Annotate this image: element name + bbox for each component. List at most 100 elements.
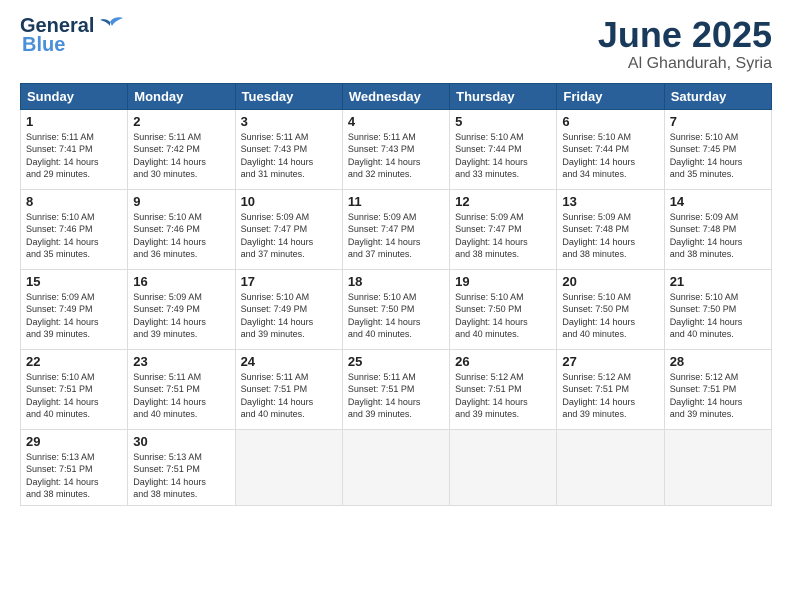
table-row <box>557 429 664 505</box>
table-row: 10 Sunrise: 5:09 AM Sunset: 7:47 PM Dayli… <box>235 189 342 269</box>
col-header-sunday: Sunday <box>21 83 128 109</box>
table-row: 14 Sunrise: 5:09 AM Sunset: 7:48 PM Dayli… <box>664 189 771 269</box>
table-row: 30 Sunrise: 5:13 AM Sunset: 7:51 PM Dayli… <box>128 429 235 505</box>
day-info: Sunrise: 5:09 AM Sunset: 7:47 PM Dayligh… <box>241 211 337 261</box>
day-info: Sunrise: 5:11 AM Sunset: 7:43 PM Dayligh… <box>241 131 337 181</box>
table-row <box>342 429 449 505</box>
logo-blue: Blue <box>22 34 65 57</box>
day-number: 15 <box>26 274 122 289</box>
day-info: Sunrise: 5:10 AM Sunset: 7:49 PM Dayligh… <box>241 291 337 341</box>
day-info: Sunrise: 5:11 AM Sunset: 7:51 PM Dayligh… <box>133 371 229 421</box>
col-header-wednesday: Wednesday <box>342 83 449 109</box>
day-number: 4 <box>348 114 444 129</box>
logo: General Blue <box>20 15 124 57</box>
table-row: 12 Sunrise: 5:09 AM Sunset: 7:47 PM Dayli… <box>450 189 557 269</box>
day-info: Sunrise: 5:10 AM Sunset: 7:46 PM Dayligh… <box>133 211 229 261</box>
table-row: 17 Sunrise: 5:10 AM Sunset: 7:49 PM Dayli… <box>235 269 342 349</box>
day-info: Sunrise: 5:09 AM Sunset: 7:48 PM Dayligh… <box>562 211 658 261</box>
day-info: Sunrise: 5:12 AM Sunset: 7:51 PM Dayligh… <box>562 371 658 421</box>
day-info: Sunrise: 5:11 AM Sunset: 7:51 PM Dayligh… <box>348 371 444 421</box>
day-number: 5 <box>455 114 551 129</box>
day-info: Sunrise: 5:11 AM Sunset: 7:41 PM Dayligh… <box>26 131 122 181</box>
calendar: SundayMondayTuesdayWednesdayThursdayFrid… <box>20 83 772 506</box>
day-number: 2 <box>133 114 229 129</box>
table-row: 16Sunrise: 5:09 AM Sunset: 7:49 PM Dayli… <box>128 269 235 349</box>
table-row: 25 Sunrise: 5:11 AM Sunset: 7:51 PM Dayli… <box>342 349 449 429</box>
table-row: 21Sunrise: 5:10 AM Sunset: 7:50 PM Dayli… <box>664 269 771 349</box>
day-number: 13 <box>562 194 658 209</box>
day-number: 25 <box>348 354 444 369</box>
table-row: 27 Sunrise: 5:12 AM Sunset: 7:51 PM Dayli… <box>557 349 664 429</box>
day-info: Sunrise: 5:10 AM Sunset: 7:50 PM Dayligh… <box>348 291 444 341</box>
table-row: 5 Sunrise: 5:10 AM Sunset: 7:44 PM Daylig… <box>450 109 557 189</box>
day-number: 24 <box>241 354 337 369</box>
day-number: 10 <box>241 194 337 209</box>
day-info: Sunrise: 5:09 AM Sunset: 7:47 PM Dayligh… <box>348 211 444 261</box>
table-row: 29Sunrise: 5:13 AM Sunset: 7:51 PM Dayli… <box>21 429 128 505</box>
day-number: 27 <box>562 354 658 369</box>
day-number: 9 <box>133 194 229 209</box>
table-row: 8 Sunrise: 5:10 AM Sunset: 7:46 PM Daylig… <box>21 189 128 269</box>
day-info: Sunrise: 5:10 AM Sunset: 7:45 PM Dayligh… <box>670 131 766 181</box>
col-header-friday: Friday <box>557 83 664 109</box>
day-number: 28 <box>670 354 766 369</box>
day-number: 17 <box>241 274 337 289</box>
col-header-thursday: Thursday <box>450 83 557 109</box>
table-row: 11 Sunrise: 5:09 AM Sunset: 7:47 PM Dayli… <box>342 189 449 269</box>
day-info: Sunrise: 5:12 AM Sunset: 7:51 PM Dayligh… <box>455 371 551 421</box>
day-number: 11 <box>348 194 444 209</box>
day-info: Sunrise: 5:10 AM Sunset: 7:46 PM Dayligh… <box>26 211 122 261</box>
col-header-monday: Monday <box>128 83 235 109</box>
day-info: Sunrise: 5:10 AM Sunset: 7:51 PM Dayligh… <box>26 371 122 421</box>
table-row: 13 Sunrise: 5:09 AM Sunset: 7:48 PM Dayli… <box>557 189 664 269</box>
table-row: 3 Sunrise: 5:11 AM Sunset: 7:43 PM Daylig… <box>235 109 342 189</box>
day-info: Sunrise: 5:10 AM Sunset: 7:44 PM Dayligh… <box>455 131 551 181</box>
table-row: 22 Sunrise: 5:10 AM Sunset: 7:51 PM Dayli… <box>21 349 128 429</box>
table-row: 2 Sunrise: 5:11 AM Sunset: 7:42 PM Daylig… <box>128 109 235 189</box>
table-row: 4 Sunrise: 5:11 AM Sunset: 7:43 PM Daylig… <box>342 109 449 189</box>
day-info: Sunrise: 5:09 AM Sunset: 7:48 PM Dayligh… <box>670 211 766 261</box>
table-row: 24Sunrise: 5:11 AM Sunset: 7:51 PM Dayli… <box>235 349 342 429</box>
day-info: Sunrise: 5:13 AM Sunset: 7:51 PM Dayligh… <box>133 451 229 501</box>
day-info: Sunrise: 5:11 AM Sunset: 7:43 PM Dayligh… <box>348 131 444 181</box>
col-header-saturday: Saturday <box>664 83 771 109</box>
table-row: 19 Sunrise: 5:10 AM Sunset: 7:50 PM Dayli… <box>450 269 557 349</box>
table-row: 18Sunrise: 5:10 AM Sunset: 7:50 PM Dayli… <box>342 269 449 349</box>
day-info: Sunrise: 5:10 AM Sunset: 7:50 PM Dayligh… <box>670 291 766 341</box>
col-header-tuesday: Tuesday <box>235 83 342 109</box>
logo-bird-icon <box>96 16 124 38</box>
day-number: 19 <box>455 274 551 289</box>
day-number: 29 <box>26 434 122 449</box>
day-info: Sunrise: 5:11 AM Sunset: 7:42 PM Dayligh… <box>133 131 229 181</box>
day-info: Sunrise: 5:10 AM Sunset: 7:44 PM Dayligh… <box>562 131 658 181</box>
table-row: 23 Sunrise: 5:11 AM Sunset: 7:51 PM Dayli… <box>128 349 235 429</box>
day-info: Sunrise: 5:10 AM Sunset: 7:50 PM Dayligh… <box>455 291 551 341</box>
day-number: 20 <box>562 274 658 289</box>
day-number: 12 <box>455 194 551 209</box>
day-number: 7 <box>670 114 766 129</box>
table-row: 6Sunrise: 5:10 AM Sunset: 7:44 PM Daylig… <box>557 109 664 189</box>
table-row: 26 Sunrise: 5:12 AM Sunset: 7:51 PM Dayli… <box>450 349 557 429</box>
day-info: Sunrise: 5:10 AM Sunset: 7:50 PM Dayligh… <box>562 291 658 341</box>
day-number: 30 <box>133 434 229 449</box>
day-number: 22 <box>26 354 122 369</box>
table-row: 28 Sunrise: 5:12 AM Sunset: 7:51 PM Dayli… <box>664 349 771 429</box>
day-info: Sunrise: 5:09 AM Sunset: 7:49 PM Dayligh… <box>26 291 122 341</box>
day-info: Sunrise: 5:09 AM Sunset: 7:49 PM Dayligh… <box>133 291 229 341</box>
table-row: 20 Sunrise: 5:10 AM Sunset: 7:50 PM Dayli… <box>557 269 664 349</box>
day-number: 23 <box>133 354 229 369</box>
day-number: 3 <box>241 114 337 129</box>
table-row: 7 Sunrise: 5:10 AM Sunset: 7:45 PM Daylig… <box>664 109 771 189</box>
day-number: 8 <box>26 194 122 209</box>
table-row <box>450 429 557 505</box>
day-number: 26 <box>455 354 551 369</box>
table-row <box>664 429 771 505</box>
day-info: Sunrise: 5:09 AM Sunset: 7:47 PM Dayligh… <box>455 211 551 261</box>
location: Al Ghandurah, Syria <box>598 55 772 73</box>
day-number: 1 <box>26 114 122 129</box>
day-number: 14 <box>670 194 766 209</box>
month-title: June 2025 <box>598 15 772 55</box>
day-info: Sunrise: 5:12 AM Sunset: 7:51 PM Dayligh… <box>670 371 766 421</box>
table-row: 9 Sunrise: 5:10 AM Sunset: 7:46 PM Daylig… <box>128 189 235 269</box>
table-row <box>235 429 342 505</box>
